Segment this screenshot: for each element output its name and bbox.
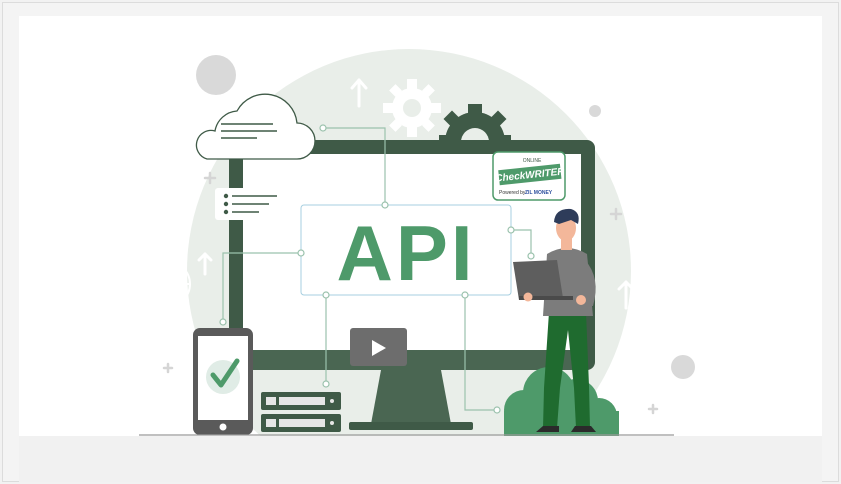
decor-dot-icon: [671, 355, 695, 379]
phone-icon: [193, 328, 253, 435]
play-button-icon: [350, 328, 407, 366]
globe-icon: [145, 261, 191, 307]
api-label: API: [336, 209, 475, 297]
logo-parent: ZIL MONEY: [525, 190, 553, 196]
logo-tag: ONLINE: [523, 158, 542, 164]
list-card-icon: [215, 188, 285, 220]
caption-area: [19, 436, 822, 482]
api-illustration: API ONLINE CheckWRITER Powered by ZIL MO…: [19, 16, 822, 436]
logo-powered-by: Powered by: [499, 190, 526, 196]
checkwriter-logo: ONLINE CheckWRITER Powered by ZIL MONEY: [492, 151, 566, 201]
decor-dot-icon: [196, 55, 236, 95]
decor-dot-icon: [589, 105, 601, 117]
